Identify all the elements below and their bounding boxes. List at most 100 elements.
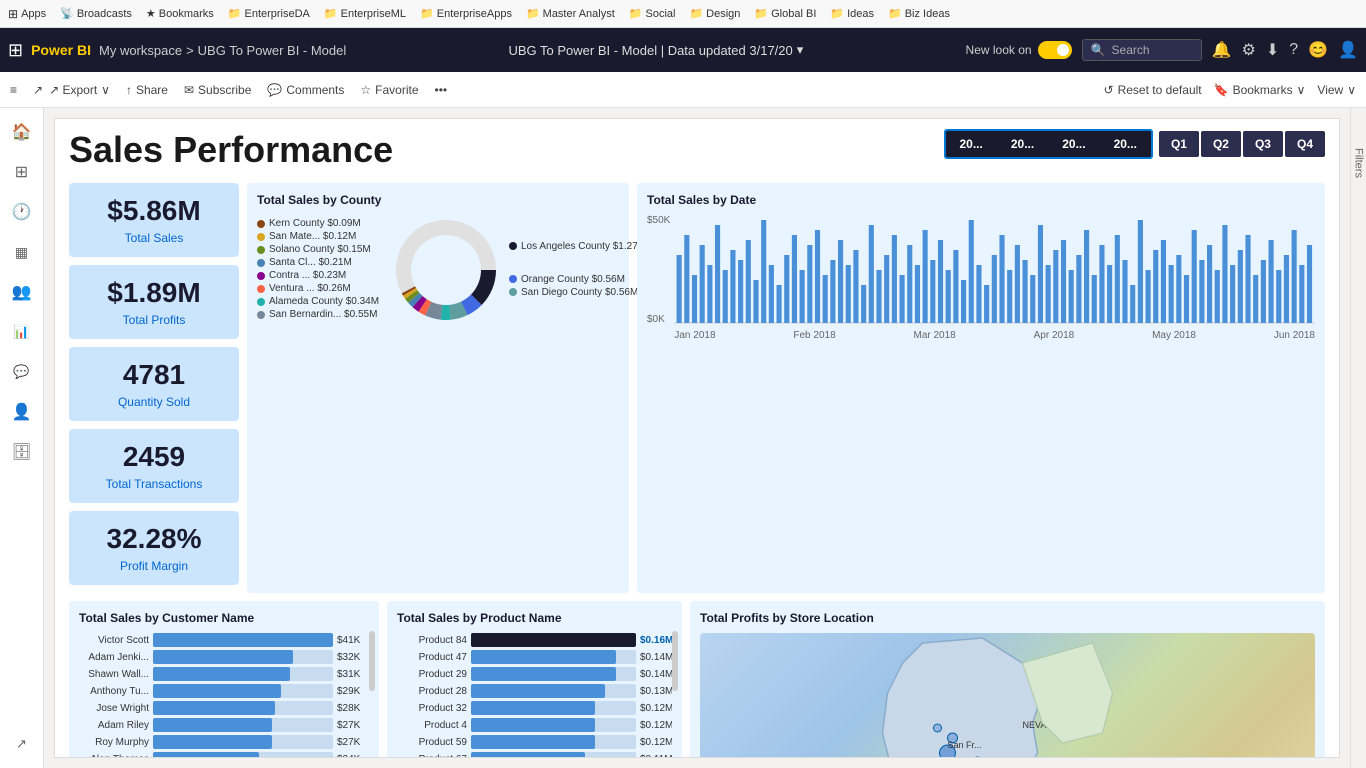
bm-broadcasts[interactable]: 📡Broadcasts (60, 7, 132, 20)
bm-apps[interactable]: ⊞Apps (8, 7, 46, 21)
avatar-icon[interactable]: 👤 (1338, 40, 1358, 60)
product-scrollbar[interactable] (672, 631, 678, 691)
sidebar-expand[interactable]: ↗ (6, 728, 38, 760)
breadcrumb-sep: > (186, 43, 194, 58)
product-bar-row: Product 4 $0.12M (397, 718, 672, 732)
subscribe-button[interactable]: ✉ Subscribe (184, 83, 251, 97)
year-filter-group: 20... 20... 20... 20... (944, 129, 1153, 159)
legend-item-2: Solano County $0.15M (257, 244, 387, 255)
product-label: Product 4 (397, 720, 467, 731)
apps-grid-icon: ⊞ (8, 7, 18, 21)
customer-scrollbar[interactable] (369, 631, 375, 691)
year-btn-2[interactable]: 20... (997, 131, 1048, 157)
customer-bar-value: $27K (337, 737, 369, 748)
legend-dot-5 (257, 285, 265, 293)
sidebar-home[interactable]: 🏠 (6, 116, 38, 148)
bm-enterprisedna[interactable]: 📁EnterpriseDA (228, 7, 310, 20)
more-button[interactable]: ••• (435, 83, 448, 97)
reset-button[interactable]: ↺ Reset to default (1104, 83, 1202, 97)
customer-label: Adam Riley (79, 720, 149, 731)
year-btn-3[interactable]: 20... (1048, 131, 1099, 157)
bookmarks-bar: ⊞Apps 📡Broadcasts ★Bookmarks 📁Enterprise… (0, 0, 1366, 28)
quarter-q4[interactable]: Q4 (1285, 131, 1325, 157)
export-button[interactable]: ↗↗ Export∨ (33, 83, 110, 97)
customer-label: Roy Murphy (79, 737, 149, 748)
bm-bizideas[interactable]: 📁Biz Ideas (888, 7, 950, 20)
sidebar-learn[interactable]: 📊 (6, 316, 38, 348)
product-bar-fill (471, 752, 585, 758)
bm-bookmarks[interactable]: ★Bookmarks (146, 7, 214, 20)
legend-item-6: Alameda County $0.34M (257, 296, 387, 307)
sidebar-dataset[interactable]: 🗄 (6, 436, 38, 468)
product-label: Product 28 (397, 686, 467, 697)
report-name-link[interactable]: UBG To Power BI - Model (198, 43, 347, 58)
right-filters-panel: Filters (1350, 108, 1366, 768)
legend-item-1: San Mate... $0.12M (257, 231, 387, 242)
quarter-q3[interactable]: Q3 (1243, 131, 1283, 157)
legend-dot-8 (509, 242, 517, 250)
quarter-q2[interactable]: Q2 (1201, 131, 1241, 157)
product-bar-track (471, 718, 636, 732)
product-bar-row: Product 32 $0.12M (397, 701, 672, 715)
toolbar: ≡ ↗↗ Export∨ ↑ Share ✉ Subscribe 💬 Comme… (0, 72, 1366, 108)
notifications-icon[interactable]: 🔔 (1212, 40, 1232, 60)
quarter-q1[interactable]: Q1 (1159, 131, 1199, 157)
kpi-column: $5.86M Total Sales $1.89M Total Profits … (69, 183, 239, 593)
sidebar-grid[interactable]: ⊞ (6, 156, 38, 188)
emoji-icon[interactable]: 😊 (1308, 40, 1328, 60)
folder-icon-6: 📁 (689, 7, 703, 20)
header-bar: ⊞ Power BI My workspace > UBG To Power B… (0, 28, 1366, 72)
help-icon[interactable]: ? (1289, 41, 1298, 59)
bm-enterpriseml[interactable]: 📁EnterpriseML (324, 7, 406, 20)
kpi-total-transactions: 2459 Total Transactions (69, 429, 239, 503)
search-box[interactable]: 🔍 Search (1082, 39, 1202, 61)
new-look-toggle: New look on (966, 41, 1072, 59)
chevron-down-icon[interactable]: ▾ (797, 42, 804, 58)
new-look-toggle-pill[interactable] (1038, 41, 1072, 59)
bm-social[interactable]: 📁Social (629, 7, 676, 20)
share-button[interactable]: ↑ Share (126, 83, 168, 97)
sidebar-person[interactable]: 👤 (6, 396, 38, 428)
bm-masteranalyst[interactable]: 📁Master Analyst (526, 7, 615, 20)
legend-dot-10 (509, 288, 517, 296)
customer-bar-value: $27K (337, 720, 369, 731)
hamburger-button[interactable]: ≡ (10, 83, 17, 97)
kpi-transactions-label: Total Transactions (79, 477, 229, 491)
kpi-transactions-value: 2459 (79, 441, 229, 473)
bm-globalbi[interactable]: 📁Global BI (754, 7, 816, 20)
bm-ideas[interactable]: 📁Ideas (830, 7, 874, 20)
waffle-menu-icon[interactable]: ⊞ (8, 40, 23, 61)
year-btn-1[interactable]: 20... (946, 131, 997, 157)
product-bar-row: Product 29 $0.14M (397, 667, 672, 681)
sidebar-shared[interactable]: 👥 (6, 276, 38, 308)
workspace-link[interactable]: My workspace (99, 43, 182, 58)
product-bar-row: Product 28 $0.13M (397, 684, 672, 698)
filters-label[interactable]: Filters (1353, 148, 1365, 178)
comments-button[interactable]: 💬 Comments (267, 83, 344, 97)
view-button[interactable]: View ∨ (1317, 83, 1356, 97)
customer-bar-row: Adam Riley $27K (79, 718, 369, 732)
bookmarks-button[interactable]: 🔖 Bookmarks ∨ (1214, 83, 1306, 97)
settings-icon[interactable]: ⚙ (1242, 40, 1256, 60)
sidebar-apps[interactable]: ▦ (6, 236, 38, 268)
year-btn-4[interactable]: 20... (1100, 131, 1151, 157)
hamburger-icon: ≡ (10, 83, 17, 97)
header-nav: My workspace > UBG To Power BI - Model (99, 43, 346, 58)
customer-bar-row: Roy Murphy $27K (79, 735, 369, 749)
sidebar-qa[interactable]: 💬 (6, 356, 38, 388)
kpi-quantity-label: Quantity Sold (79, 395, 229, 409)
legend-item-9: Orange County $0.56M (509, 274, 619, 285)
product-bar-value: $0.12M (640, 703, 672, 714)
customer-label: Adam Jenki... (79, 652, 149, 663)
legend-dot-7 (257, 311, 265, 319)
bm-enterpriseapps[interactable]: 📁EnterpriseApps (420, 7, 512, 20)
mail-icon: ✉ (184, 83, 194, 97)
product-bar-track (471, 684, 636, 698)
toolbar-right: ↺ Reset to default 🔖 Bookmarks ∨ View ∨ (1104, 83, 1357, 97)
bm-design[interactable]: 📁Design (689, 7, 740, 20)
bookmarks-chevron-icon: ∨ (1297, 83, 1306, 97)
folder-icon-3: 📁 (420, 7, 434, 20)
sidebar-recent[interactable]: 🕐 (6, 196, 38, 228)
download-icon[interactable]: ⬇ (1266, 40, 1279, 60)
favorite-button[interactable]: ☆ Favorite (360, 83, 418, 97)
